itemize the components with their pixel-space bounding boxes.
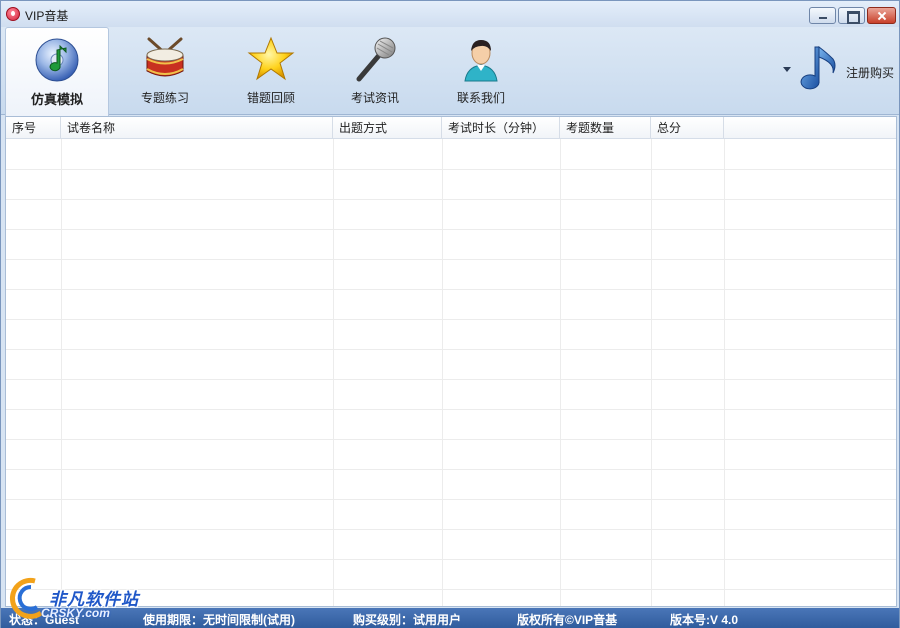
copyright-text: 版权所有©VIP音基 <box>517 613 618 627</box>
toolbar-topic-practice-button[interactable]: 专题练习 <box>113 27 217 115</box>
cd-music-icon <box>35 38 79 82</box>
grid-row-line <box>6 229 896 230</box>
minimize-button[interactable] <box>809 7 836 24</box>
music-note-icon <box>800 45 836 90</box>
exam-paper-table[interactable]: 序号 试卷名称 出题方式 考试时长（分钟） 考题数量 总分 <box>5 116 897 607</box>
grid-column-line <box>333 139 334 606</box>
watermark: 非凡软件站 CRSKY.com <box>5 573 145 623</box>
grid-column-line <box>442 139 443 606</box>
grid-column-line <box>724 139 725 606</box>
toolbar-simulation-button[interactable]: 仿真模拟 <box>5 27 109 116</box>
toolbar-exam-news-button[interactable]: 考试资讯 <box>323 27 427 115</box>
watermark-subtext: CRSKY.com <box>41 606 110 620</box>
title-bar[interactable]: VIP音基 <box>1 1 899 27</box>
dropdown-arrow-icon[interactable] <box>783 67 791 72</box>
toolbar-item-label: 联系我们 <box>456 91 505 105</box>
column-header-question-count[interactable]: 考题数量 <box>560 117 651 139</box>
grid-column-line <box>560 139 561 606</box>
app-window: VIP音基 仿真模拟 专题练习 错题回顾 考试资讯 联系我们 注册购买 序号 试… <box>0 0 900 628</box>
grid-row-line <box>6 529 896 530</box>
main-toolbar: 仿真模拟 专题练习 错题回顾 考试资讯 联系我们 注册购买 <box>1 27 899 116</box>
grid-row-line <box>6 319 896 320</box>
microphone-icon <box>356 37 396 82</box>
window-title: VIP音基 <box>25 9 69 23</box>
register-purchase-button[interactable]: 注册购买 <box>781 27 897 115</box>
toolbar-contact-us-button[interactable]: 联系我们 <box>429 27 533 115</box>
register-label: 注册购买 <box>846 66 895 80</box>
grid-row-line <box>6 199 896 200</box>
usage-limit-text: 使用期限：无时间限制(试用) <box>143 613 295 627</box>
grid-row-line <box>6 349 896 350</box>
column-header-paper-name[interactable]: 试卷名称 <box>61 117 333 139</box>
purchase-level-text: 购买级别：试用用户 <box>353 613 462 627</box>
grid-row-line <box>6 259 896 260</box>
grid-row-line <box>6 379 896 380</box>
grid-row-line <box>6 469 896 470</box>
grid-row-line <box>6 409 896 410</box>
grid-column-line <box>651 139 652 606</box>
toolbar-item-label: 考试资讯 <box>350 91 399 105</box>
column-header-question-mode[interactable]: 出题方式 <box>333 117 442 139</box>
column-header-duration[interactable]: 考试时长（分钟） <box>442 117 560 139</box>
grid-row-line <box>6 289 896 290</box>
grid-row-line <box>6 559 896 560</box>
app-logo-icon <box>6 7 20 21</box>
table-header: 序号 试卷名称 出题方式 考试时长（分钟） 考题数量 总分 <box>6 117 896 139</box>
toolbar-item-label: 错题回顾 <box>246 91 295 105</box>
grid-column-line <box>61 139 62 606</box>
column-header-total-score[interactable]: 总分 <box>651 117 724 139</box>
grid-row-line <box>6 169 896 170</box>
star-icon <box>247 36 295 81</box>
maximize-button[interactable] <box>838 7 865 24</box>
toolbar-item-label: 专题练习 <box>140 91 189 105</box>
grid-row-line <box>6 499 896 500</box>
grid-row-line <box>6 439 896 440</box>
person-icon <box>464 40 498 82</box>
toolbar-item-label: 仿真模拟 <box>30 92 83 107</box>
column-header-index[interactable]: 序号 <box>6 117 61 139</box>
close-button[interactable] <box>867 7 896 24</box>
drum-icon <box>146 37 184 77</box>
version-text: 版本号:V 4.0 <box>670 613 739 627</box>
toolbar-review-mistakes-button[interactable]: 错题回顾 <box>219 27 323 115</box>
